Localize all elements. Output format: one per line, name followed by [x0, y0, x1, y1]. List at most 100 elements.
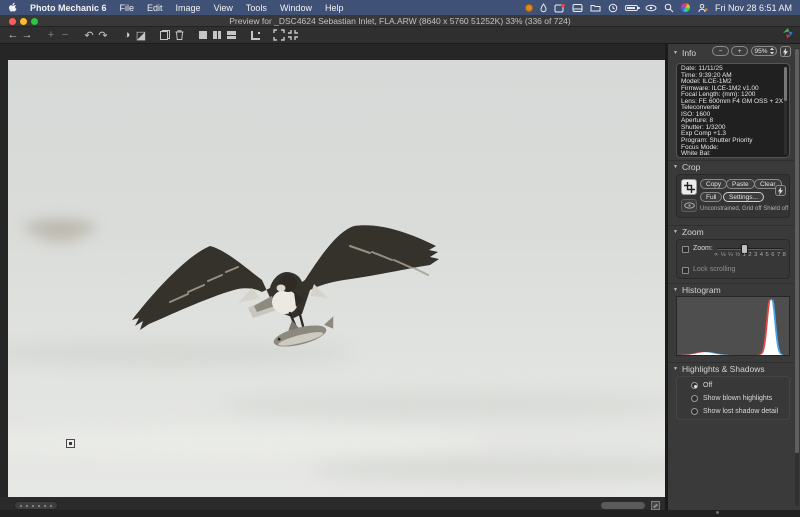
- zoom-group-box: Zoom: ∝⅛ ¼½ 12 34 56 78 Lock scrolling: [676, 239, 790, 279]
- rotate-cw-button[interactable]: ↷: [96, 28, 110, 42]
- info-header-label: Info: [682, 48, 696, 58]
- previous-image-button[interactable]: ←: [6, 28, 20, 42]
- exif-info-box[interactable]: Date: 11/11/25 Time: 9:39:20 AM Model: I…: [676, 63, 790, 158]
- zoom-slider-track[interactable]: [717, 248, 783, 250]
- radio-option-off[interactable]: Off: [691, 382, 712, 389]
- crop-icon: [684, 182, 695, 193]
- drive-icon[interactable]: [572, 2, 583, 13]
- crop-settings-button[interactable]: Settings...: [723, 192, 764, 202]
- zoom-section-header[interactable]: ▼ Zoom: [668, 225, 794, 237]
- menu-app-name[interactable]: Photo Mechanic 6: [30, 3, 107, 13]
- crop-flash-button[interactable]: [775, 185, 786, 196]
- crop-preview-eye-button[interactable]: [681, 199, 697, 212]
- osprey-with-fish-photo: [122, 218, 447, 366]
- view-split-button[interactable]: [210, 28, 224, 42]
- font-smaller-button[interactable]: −: [712, 46, 729, 56]
- image-viewport[interactable]: [8, 60, 665, 497]
- radio-indicator: [691, 408, 698, 415]
- zoom-header-label: Zoom: [682, 227, 704, 237]
- battery-icon[interactable]: [625, 2, 638, 13]
- highlights-section-header[interactable]: ▼ Highlights & Shadows: [668, 362, 794, 374]
- clock-icon[interactable]: [608, 2, 618, 13]
- copy-button[interactable]: [158, 28, 172, 42]
- font-larger-button[interactable]: +: [731, 46, 748, 56]
- menu-image[interactable]: Image: [176, 3, 201, 13]
- preview-adjust-button[interactable]: ◪: [134, 28, 148, 42]
- window-title: Preview for _DSC4624 Sebastian Inlet, FL…: [0, 16, 800, 26]
- crop-tool-button[interactable]: [681, 179, 697, 195]
- view-rows-button[interactable]: [224, 28, 238, 42]
- menu-file[interactable]: File: [120, 3, 135, 13]
- zoom-checkbox[interactable]: [682, 246, 689, 253]
- single-pane-icon: [199, 31, 207, 39]
- delete-button[interactable]: [172, 28, 186, 42]
- color-wheel-icon[interactable]: [681, 2, 690, 13]
- red-badge-icon[interactable]: [554, 2, 565, 13]
- crop-guides-button[interactable]: [248, 28, 262, 42]
- radio-option-lost-shadow[interactable]: Show lost shadow detail: [691, 408, 778, 415]
- radio-indicator: [691, 395, 698, 402]
- menu-edit[interactable]: Edit: [147, 3, 163, 13]
- crop-paste-button[interactable]: Paste: [726, 179, 755, 189]
- horizontal-scrollbar[interactable]: [601, 502, 645, 509]
- surf-blur: [218, 390, 665, 420]
- radio-label: Show lost shadow detail: [703, 408, 778, 415]
- fullscreen-button[interactable]: [272, 28, 286, 42]
- drop-icon[interactable]: [540, 2, 547, 13]
- menu-window[interactable]: Window: [280, 3, 312, 13]
- collapse-triangle-icon: ▼: [673, 50, 678, 56]
- menu-bar: Photo Mechanic 6 File Edit Image View To…: [0, 0, 800, 15]
- preview-toolbar: ← → + − ↶ ↷ ◑ ◪: [0, 27, 800, 44]
- info-scrollbar[interactable]: [784, 67, 787, 155]
- info-zoom-value: 95%: [754, 48, 767, 55]
- inspector-sidebar: ▼ Info − + 95% Date: 11/11/25 Time: 9:39…: [668, 44, 800, 510]
- highlights-group-box: Off Show blown highlights Show lost shad…: [676, 376, 790, 420]
- menu-view[interactable]: View: [214, 3, 233, 13]
- two-pane-icon: [213, 31, 221, 39]
- star-rating-widget[interactable]: [14, 501, 58, 510]
- radio-label: Show blown highlights: [703, 395, 772, 402]
- photo-mechanic-screen: Photo Mechanic 6 File Edit Image View To…: [0, 0, 800, 517]
- collapse-triangle-icon: ▼: [673, 366, 678, 372]
- lightning-icon: [783, 48, 788, 56]
- eye-icon[interactable]: [645, 2, 657, 13]
- collapse-triangle-icon: ▼: [673, 229, 678, 235]
- search-icon[interactable]: [664, 2, 674, 13]
- trash-icon: [174, 29, 185, 41]
- expand-icon: [273, 29, 285, 41]
- info-zoom-stepper[interactable]: 95%: [751, 46, 777, 56]
- user-icon[interactable]: [697, 2, 708, 13]
- sidebar-scrollbar[interactable]: [795, 48, 799, 506]
- crop-copy-button[interactable]: Copy: [700, 179, 727, 189]
- crop-group-box: Copy Paste Clear Full Settings... Uncons…: [676, 174, 790, 218]
- crop-cursor-icon: [66, 439, 75, 448]
- eye-icon: [684, 202, 695, 209]
- surf-blur: [8, 428, 488, 458]
- next-image-button[interactable]: →: [20, 28, 34, 42]
- contrast-button[interactable]: ◑: [120, 28, 134, 42]
- menubar-clock[interactable]: Fri Nov 28 6:51 AM: [715, 3, 792, 13]
- view-single-button[interactable]: [196, 28, 210, 42]
- apple-menu-icon[interactable]: [8, 1, 17, 14]
- crop-full-button[interactable]: Full: [700, 192, 722, 202]
- folder-icon[interactable]: [590, 2, 601, 13]
- crop-section-header[interactable]: ▼ Crop: [668, 160, 794, 172]
- rotate-ccw-button[interactable]: ↶: [82, 28, 96, 42]
- lock-scrolling-checkbox[interactable]: [682, 267, 689, 274]
- scroll-lock-toggle[interactable]: [651, 501, 660, 510]
- menu-help[interactable]: Help: [325, 3, 344, 13]
- info-flash-button[interactable]: [780, 46, 791, 57]
- zoom-in-button[interactable]: +: [44, 28, 58, 42]
- menu-tools[interactable]: Tools: [246, 3, 267, 13]
- zoom-out-button[interactable]: −: [58, 28, 72, 42]
- radio-option-blown-highlights[interactable]: Show blown highlights: [691, 395, 772, 402]
- exit-fullscreen-button[interactable]: [286, 28, 300, 42]
- crop-status-text: Unconstrained, Grid off Shield off: [700, 206, 788, 212]
- resize-grip[interactable]: [716, 511, 719, 514]
- stacked-pane-icon: [227, 31, 236, 39]
- background-blur-smudge: [38, 232, 82, 242]
- lightning-icon: [778, 187, 783, 195]
- crop-ruler-icon: [251, 31, 260, 40]
- histogram-plot: [676, 296, 790, 356]
- orange-circle-icon[interactable]: [525, 2, 533, 13]
